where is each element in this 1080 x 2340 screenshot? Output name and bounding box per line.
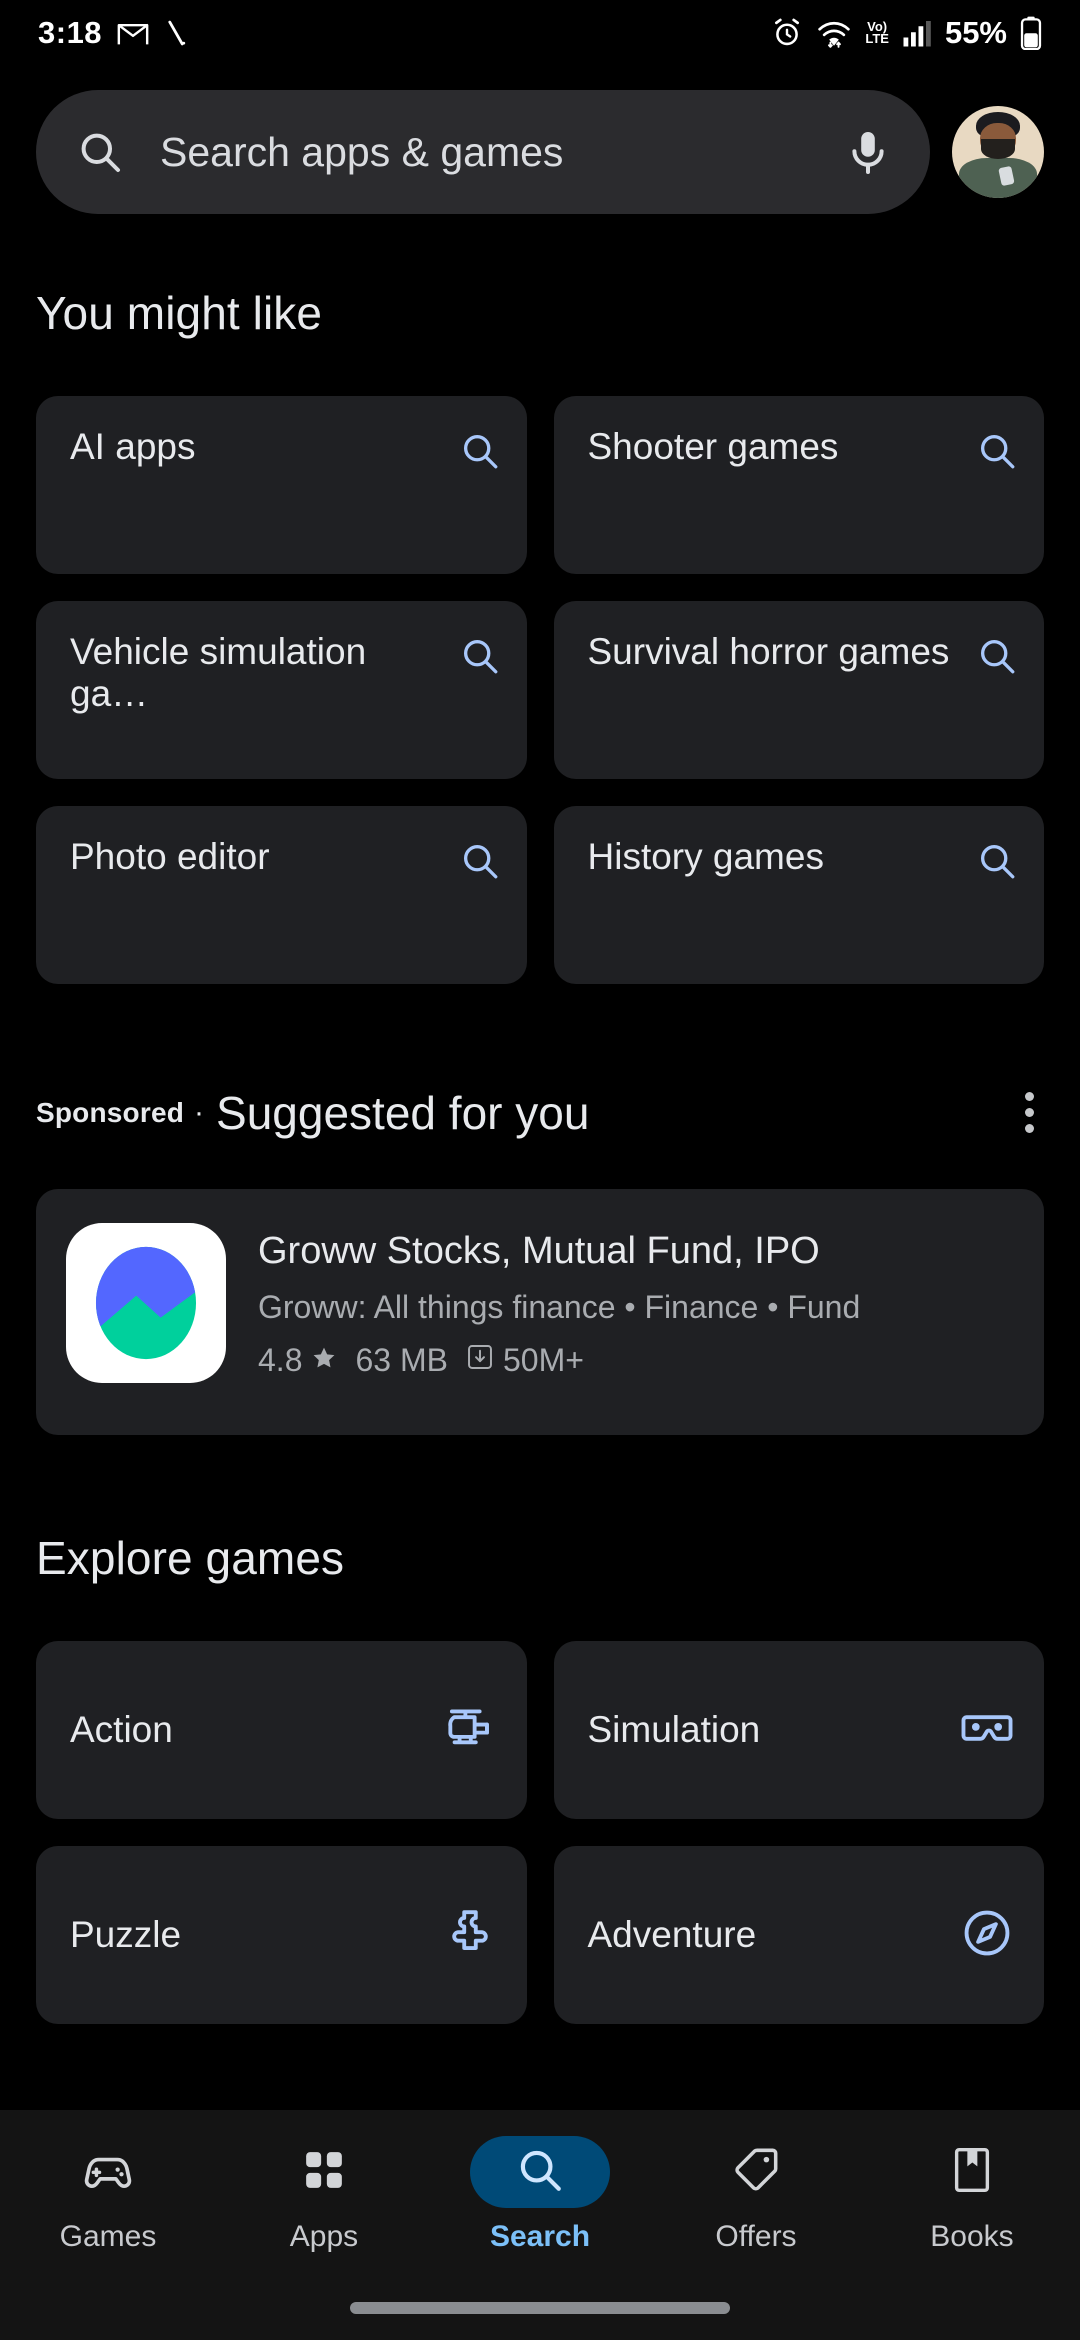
nav-item-search[interactable]: Search bbox=[432, 2136, 648, 2254]
dot bbox=[1025, 1092, 1034, 1101]
dot bbox=[1025, 1124, 1034, 1133]
avatar-beard bbox=[980, 139, 1016, 160]
dot bbox=[1025, 1108, 1034, 1117]
nav-pill[interactable] bbox=[902, 2136, 1042, 2208]
game-category-label: Action bbox=[70, 1709, 173, 1750]
status-time: 3:18 bbox=[38, 15, 103, 50]
avatar[interactable] bbox=[952, 106, 1044, 198]
suggestion-chip-label: Vehicle simulation ga… bbox=[70, 631, 367, 715]
sponsored-header: Sponsored · Suggested for you bbox=[0, 1080, 1080, 1145]
gesture-bar[interactable] bbox=[350, 2302, 730, 2314]
game-category-card[interactable]: Simulation bbox=[553, 1641, 1044, 1819]
app-downloads: 50M+ bbox=[466, 1342, 584, 1379]
nav-item-apps[interactable]: Apps bbox=[216, 2136, 432, 2254]
nav-item-offers[interactable]: Offers bbox=[648, 2136, 864, 2254]
app-title: Groww Stocks, Mutual Fund, IPO bbox=[258, 1230, 820, 1272]
alarm-icon bbox=[771, 17, 803, 49]
volte-bottom-label: LTE bbox=[865, 31, 889, 46]
suggestion-chip-grid: AI apps Shooter games Vehicle simulation… bbox=[0, 396, 1080, 984]
microphone-icon[interactable] bbox=[846, 128, 890, 176]
gmail-icon bbox=[116, 20, 150, 46]
page-title-explore-games: Explore games bbox=[36, 1532, 345, 1584]
sponsored-separator: · bbox=[194, 1095, 205, 1129]
suggestion-chip[interactable]: AI apps bbox=[36, 396, 527, 574]
app-subtitle: Groww: All things finance • Finance • Fu… bbox=[258, 1288, 861, 1325]
helicopter-icon bbox=[443, 1701, 497, 1760]
status-bar: 3:18 Vo) LTE 55% bbox=[0, 0, 1080, 66]
explore-games-grid: Action Simulation Puzzle Adventure bbox=[0, 1641, 1080, 2024]
star-icon bbox=[311, 1342, 337, 1379]
vr-goggles-icon bbox=[960, 1701, 1014, 1760]
book-icon bbox=[947, 2145, 997, 2200]
nav-label-search: Search bbox=[489, 2220, 591, 2253]
search-icon[interactable] bbox=[459, 840, 501, 887]
compass-icon bbox=[960, 1906, 1014, 1965]
suggestion-chip[interactable]: Photo editor bbox=[36, 806, 527, 984]
suggestion-chip[interactable]: History games bbox=[553, 806, 1044, 984]
nav-item-games[interactable]: Games bbox=[0, 2136, 216, 2254]
apps-grid-icon bbox=[299, 2145, 349, 2200]
nav-label-books: Books bbox=[930, 2220, 1014, 2253]
suggestion-chip-label: Shooter games bbox=[587, 426, 839, 467]
gamepad-icon bbox=[81, 2143, 135, 2202]
game-category-card[interactable]: Adventure bbox=[553, 1846, 1044, 2024]
sponsored-app-meta: Groww Stocks, Mutual Fund, IPO Groww: Al… bbox=[258, 1223, 1014, 1379]
search-bar[interactable]: Search apps & games bbox=[36, 90, 930, 214]
suggestion-chip-label: Photo editor bbox=[70, 836, 270, 877]
download-icon bbox=[466, 1342, 494, 1379]
app-stats: 4.8 63 MB 50M+ bbox=[258, 1342, 1014, 1379]
search-header: Search apps & games bbox=[0, 66, 1080, 214]
avatar-body bbox=[959, 157, 1037, 198]
suggestion-chip[interactable]: Shooter games bbox=[553, 396, 1044, 574]
suggestion-chip-label: History games bbox=[587, 836, 824, 877]
search-icon[interactable] bbox=[976, 430, 1018, 477]
search-icon[interactable] bbox=[976, 840, 1018, 887]
nav-pill-active[interactable] bbox=[470, 2136, 610, 2208]
nav-label-games: Games bbox=[59, 2220, 157, 2253]
suggestion-chip[interactable]: Survival horror games bbox=[553, 601, 1044, 779]
app-downloads-value: 50M+ bbox=[502, 1341, 584, 1378]
battery-percent: 55% bbox=[944, 15, 1007, 50]
signal-icon bbox=[902, 18, 932, 48]
status-bar-right: Vo) LTE 55% bbox=[771, 15, 1042, 51]
suggestion-chip[interactable]: Vehicle simulation ga… bbox=[36, 601, 527, 779]
sponsored-app-card[interactable]: Groww Stocks, Mutual Fund, IPO Groww: Al… bbox=[36, 1189, 1044, 1435]
puzzle-piece-icon bbox=[443, 1906, 497, 1965]
search-icon[interactable] bbox=[459, 430, 501, 477]
page-title-you-might-like: You might like bbox=[36, 287, 323, 339]
game-category-label: Adventure bbox=[587, 1914, 757, 1955]
volte-icon: Vo) LTE bbox=[865, 20, 889, 46]
app-size-value: 63 MB bbox=[355, 1341, 448, 1378]
search-icon[interactable] bbox=[976, 635, 1018, 682]
sponsored-title: Suggested for you bbox=[216, 1086, 590, 1139]
suggestion-chip-label: Survival horror games bbox=[587, 631, 950, 672]
nav-pill[interactable] bbox=[686, 2136, 826, 2208]
app-rating: 4.8 bbox=[258, 1342, 337, 1379]
nav-pill[interactable] bbox=[38, 2136, 178, 2208]
suggestion-chip-label: AI apps bbox=[70, 426, 196, 467]
sponsored-badge: Sponsored bbox=[36, 1096, 185, 1128]
game-category-label: Simulation bbox=[587, 1709, 761, 1750]
battery-icon bbox=[1020, 16, 1042, 50]
game-category-label: Puzzle bbox=[70, 1914, 182, 1955]
nav-pill[interactable] bbox=[254, 2136, 394, 2208]
bottom-navigation: Games Apps Search Offers Books bbox=[0, 2110, 1080, 2340]
game-category-card[interactable]: Action bbox=[36, 1641, 527, 1819]
more-vertical-icon[interactable] bbox=[1015, 1080, 1044, 1145]
nav-label-apps: Apps bbox=[289, 2220, 359, 2253]
app-size: 63 MB bbox=[355, 1342, 447, 1379]
search-icon bbox=[515, 2145, 565, 2200]
app-rating-value: 4.8 bbox=[258, 1341, 303, 1378]
nav-item-books[interactable]: Books bbox=[864, 2136, 1080, 2254]
status-bar-left: 3:18 bbox=[38, 15, 188, 51]
search-icon[interactable] bbox=[459, 635, 501, 682]
notification-icon bbox=[164, 19, 188, 47]
wifi-icon bbox=[816, 17, 852, 49]
nav-label-offers: Offers bbox=[715, 2220, 797, 2253]
search-input[interactable]: Search apps & games bbox=[160, 129, 810, 176]
game-category-card[interactable]: Puzzle bbox=[36, 1846, 527, 2024]
search-icon[interactable] bbox=[76, 128, 124, 176]
groww-app-icon bbox=[66, 1223, 226, 1383]
tag-icon bbox=[730, 2144, 782, 2201]
